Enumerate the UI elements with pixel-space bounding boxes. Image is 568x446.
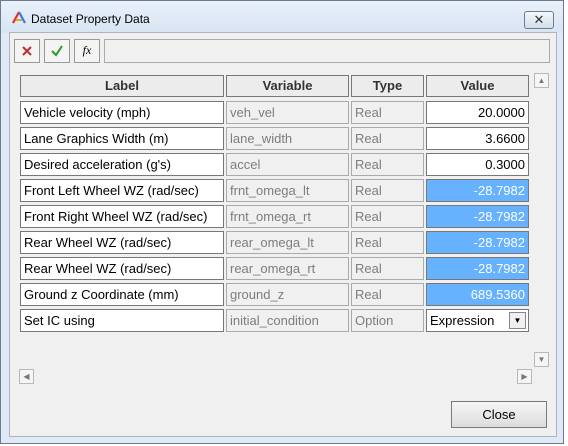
cell-variable: lane_width — [226, 127, 349, 150]
cell-variable: ground_z — [226, 283, 349, 306]
cell-value[interactable]: -28.7982 — [426, 205, 529, 228]
scroll-right-arrow-icon[interactable]: ▶ — [517, 369, 532, 384]
formula-field[interactable] — [104, 39, 550, 63]
column-header-value[interactable]: Value — [426, 75, 529, 97]
cell-label[interactable]: Lane Graphics Width (m) — [20, 127, 224, 150]
function-icon: fx — [82, 43, 92, 57]
cell-variable: frnt_omega_lt — [226, 179, 349, 202]
cell-type: Real — [351, 101, 424, 124]
property-table: Label Variable Type Value Vehicle veloci… — [18, 73, 530, 371]
cell-label[interactable]: Front Left Wheel WZ (rad/sec) — [20, 179, 224, 202]
window-close-button[interactable]: ✕ — [524, 11, 554, 29]
cell-value[interactable]: -28.7982 — [426, 231, 529, 254]
dialog-body: fx Label Variable Type Value Vehicle vel… — [9, 32, 557, 437]
cell-variable: initial_condition — [226, 309, 349, 332]
cell-label[interactable]: Ground z Coordinate (mm) — [20, 283, 224, 306]
window-title: Dataset Property Data — [31, 12, 150, 26]
scroll-up-arrow-icon[interactable]: ▲ — [534, 73, 549, 88]
function-button[interactable]: fx — [74, 39, 100, 63]
cell-value[interactable]: Expression ▼ — [426, 309, 529, 332]
cell-type: Real — [351, 205, 424, 228]
cell-label[interactable]: Vehicle velocity (mph) — [20, 101, 224, 124]
cell-variable: veh_vel — [226, 101, 349, 124]
close-button[interactable]: Close — [451, 401, 547, 428]
cell-type: Option — [351, 309, 424, 332]
vertical-scrollbar[interactable]: ▲ ▼ — [533, 73, 550, 369]
cell-label[interactable]: Front Right Wheel WZ (rad/sec) — [20, 205, 224, 228]
cell-type: Real — [351, 283, 424, 306]
cell-value[interactable]: 20.0000 — [426, 101, 529, 124]
scroll-down-arrow-icon[interactable]: ▼ — [534, 352, 549, 367]
dropdown-arrow-icon[interactable]: ▼ — [509, 312, 526, 329]
cell-type: Real — [351, 153, 424, 176]
cell-value[interactable]: 3.6600 — [426, 127, 529, 150]
cell-value[interactable]: 689.5360 — [426, 283, 529, 306]
scroll-left-arrow-icon[interactable]: ◀ — [19, 369, 34, 384]
app-logo-icon — [12, 11, 26, 24]
cell-value[interactable]: -28.7982 — [426, 257, 529, 280]
reject-button[interactable] — [14, 39, 40, 63]
cell-type: Real — [351, 179, 424, 202]
accept-button[interactable] — [44, 39, 70, 63]
cell-label[interactable]: Rear Wheel WZ (rad/sec) — [20, 257, 224, 280]
cell-label[interactable]: Set IC using — [20, 309, 224, 332]
cell-type: Real — [351, 127, 424, 150]
horizontal-scrollbar[interactable]: ◀ ▶ — [18, 368, 534, 385]
cell-label[interactable]: Rear Wheel WZ (rad/sec) — [20, 231, 224, 254]
column-header-type[interactable]: Type — [351, 75, 424, 97]
cell-value[interactable]: -28.7982 — [426, 179, 529, 202]
cell-value[interactable]: 0.3000 — [426, 153, 529, 176]
dialog-window: Dataset Property Data ✕ fx Label Variabl… — [0, 0, 564, 444]
column-header-label[interactable]: Label — [20, 75, 224, 97]
check-mark-icon — [51, 45, 63, 57]
cell-label[interactable]: Desired acceleration (g's) — [20, 153, 224, 176]
cell-type: Real — [351, 231, 424, 254]
cell-type: Real — [351, 257, 424, 280]
title-bar[interactable]: Dataset Property Data ✕ — [1, 1, 563, 33]
cell-variable: frnt_omega_rt — [226, 205, 349, 228]
x-mark-icon — [22, 46, 32, 56]
cell-variable: rear_omega_lt — [226, 231, 349, 254]
column-header-variable[interactable]: Variable — [226, 75, 349, 97]
cell-variable: rear_omega_rt — [226, 257, 349, 280]
cell-variable: accel — [226, 153, 349, 176]
